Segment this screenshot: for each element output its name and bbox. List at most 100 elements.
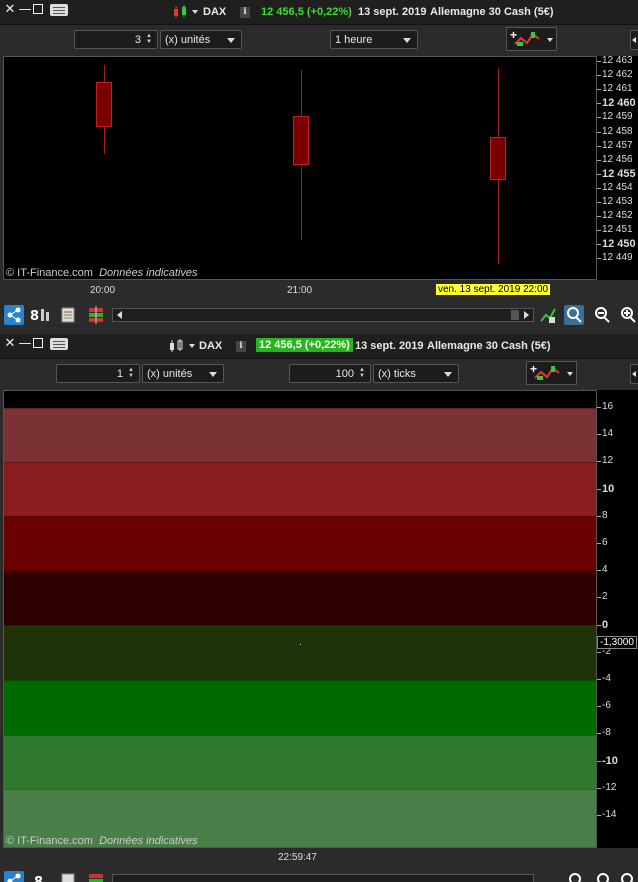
- close-icon[interactable]: ✕: [3, 3, 17, 17]
- units-select[interactable]: (x) unités: [142, 364, 224, 383]
- candle-body[interactable]: [293, 115, 309, 165]
- price-axis-label: 12 462: [602, 69, 633, 81]
- drawing-tools-button[interactable]: +: [526, 361, 566, 385]
- value-axis-label: 4: [602, 564, 608, 576]
- svg-text:+: +: [530, 362, 537, 376]
- price-axis-label: 12 456: [602, 153, 633, 165]
- ticks-input[interactable]: 100 ▲ ▼: [289, 364, 371, 383]
- info-icon[interactable]: i: [236, 341, 246, 352]
- units-input[interactable]: 1 ▲ ▼: [56, 364, 140, 383]
- price-axis[interactable]: 12 463 12 462 12 461 12 460 12 459 12 458 12 4…: [597, 56, 638, 280]
- indicators-icon[interactable]: 8: [28, 305, 49, 325]
- value-axis-label: -14: [602, 809, 617, 820]
- cursor-point: [300, 644, 301, 645]
- value-axis-label: 10: [602, 482, 615, 495]
- zoom-out-icon[interactable]: [594, 871, 614, 882]
- zoom-fit-icon[interactable]: [564, 305, 584, 325]
- spinner-icon[interactable]: ▲ ▼: [359, 367, 367, 379]
- orders-icon[interactable]: [86, 305, 106, 325]
- orders-icon[interactable]: [86, 871, 106, 882]
- chart-type-dropdown-icon[interactable]: [192, 10, 198, 14]
- maximize-icon[interactable]: [33, 338, 43, 348]
- price-axis-label: 12 454: [602, 181, 633, 193]
- price-axis-tick: [597, 258, 601, 260]
- price-axis-tick: [597, 61, 601, 62]
- units-input[interactable]: 3 ▲ ▼: [74, 30, 158, 49]
- date-label: 13 sept. 2019: [358, 6, 427, 18]
- drawing-tools-dropdown[interactable]: [565, 361, 577, 385]
- keyboard-icon[interactable]: [50, 4, 68, 16]
- instrument-label[interactable]: DAX: [199, 340, 222, 352]
- price-axis-tick: [597, 117, 601, 119]
- maximize-icon[interactable]: [33, 4, 43, 14]
- document-icon[interactable]: [58, 871, 78, 882]
- price-axis-tick: [597, 103, 601, 105]
- price-axis-label: 12 458: [602, 125, 633, 137]
- candle-body[interactable]: [490, 136, 506, 181]
- value-axis-tick: [597, 434, 601, 436]
- side-panel-toggle[interactable]: [630, 364, 638, 384]
- minimize-icon[interactable]: —: [18, 3, 32, 17]
- tick-chart-type-icon[interactable]: [168, 338, 186, 359]
- price-axis-tick: [597, 89, 601, 91]
- credit-text: © IT-Finance.com Données indicatives: [6, 835, 198, 847]
- candlestick-type-icon[interactable]: [172, 4, 190, 25]
- instrument-label[interactable]: DAX: [203, 6, 226, 18]
- share-icon[interactable]: [4, 871, 24, 882]
- price-axis-tick: [597, 202, 601, 203]
- zoom-fit-icon[interactable]: [566, 871, 586, 882]
- drawing-tools-dropdown[interactable]: [545, 27, 557, 51]
- scroll-thumb[interactable]: [511, 310, 519, 320]
- drawing-tools-button[interactable]: +: [506, 27, 546, 51]
- heatmap-band: [4, 391, 596, 409]
- scroll-right-icon[interactable]: [524, 311, 529, 319]
- value-axis-label: 12: [602, 455, 614, 467]
- time-axis[interactable]: 20:00 21:00 ven. 13 sept. 2019 22:00: [0, 280, 638, 300]
- side-panel-toggle[interactable]: [630, 30, 638, 50]
- value-axis-tick: [597, 597, 601, 599]
- window1-toolbar: 3 ▲ ▼ (x) unités 1 heure +: [0, 25, 638, 55]
- horizontal-scrollbar[interactable]: [112, 308, 534, 322]
- value-axis-label: -10: [602, 754, 618, 767]
- keyboard-icon[interactable]: [50, 338, 68, 350]
- minimize-icon[interactable]: —: [18, 337, 32, 351]
- value-axis[interactable]: 16 14 12 10 8 6 4 2 0 -2 -4 -6 -8 -10 -12 -14 -1,3000: [597, 390, 638, 848]
- value-axis-tick: [597, 570, 601, 572]
- indicators-icon[interactable]: 8: [30, 871, 50, 882]
- heatmap-band: [4, 735, 596, 790]
- price-axis-tick: [597, 75, 601, 77]
- units-select[interactable]: (x) unités: [160, 30, 242, 49]
- close-icon[interactable]: ✕: [3, 337, 17, 351]
- price-axis-label: 12 453: [602, 196, 633, 207]
- ticks-select[interactable]: (x) ticks: [373, 364, 459, 383]
- credit-text: © IT-Finance.com Données indicatives: [6, 267, 198, 279]
- scroll-left-icon[interactable]: [117, 311, 122, 319]
- spinner-icon[interactable]: ▲ ▼: [128, 367, 136, 379]
- chart-type-dropdown-icon[interactable]: [189, 344, 195, 348]
- price-axis-tick: [597, 159, 601, 161]
- zoom-out-icon[interactable]: [592, 305, 612, 325]
- info-icon[interactable]: i: [240, 7, 250, 18]
- auto-scale-icon[interactable]: [538, 305, 558, 325]
- value-axis-label: -4: [602, 673, 611, 684]
- spinner-icon[interactable]: ▲ ▼: [146, 33, 154, 45]
- candlestick-chart[interactable]: © IT-Finance.com Données indicatives: [3, 56, 597, 280]
- window2-titlebar: ✕ — DAX i 12 456,5 (+0,22%) 13 sept. 201…: [0, 334, 638, 359]
- time-axis[interactable]: 22:59:47: [0, 848, 638, 868]
- value-axis-label: 8: [602, 509, 608, 521]
- share-icon[interactable]: [4, 305, 24, 325]
- candle-body[interactable]: [96, 81, 112, 127]
- period-select[interactable]: 1 heure: [330, 30, 418, 49]
- zoom-in-icon[interactable]: [618, 305, 638, 325]
- zoom-in-icon[interactable]: [618, 871, 638, 882]
- tick-heatmap-chart[interactable]: © IT-Finance.com Données indicatives: [3, 390, 597, 848]
- value-axis-tick: [597, 733, 601, 735]
- window2-toolbar: 1 ▲ ▼ (x) unités 100 ▲ ▼ (x) ticks +: [0, 359, 638, 389]
- document-icon[interactable]: [58, 305, 78, 325]
- heatmap-band: [4, 462, 596, 517]
- horizontal-scrollbar[interactable]: [112, 874, 534, 882]
- price-change: 12 456,5 (+0,22%): [256, 338, 353, 352]
- value-axis-label: 6: [602, 537, 608, 548]
- value-axis-tick: [597, 787, 601, 789]
- heatmap-band: [4, 680, 596, 736]
